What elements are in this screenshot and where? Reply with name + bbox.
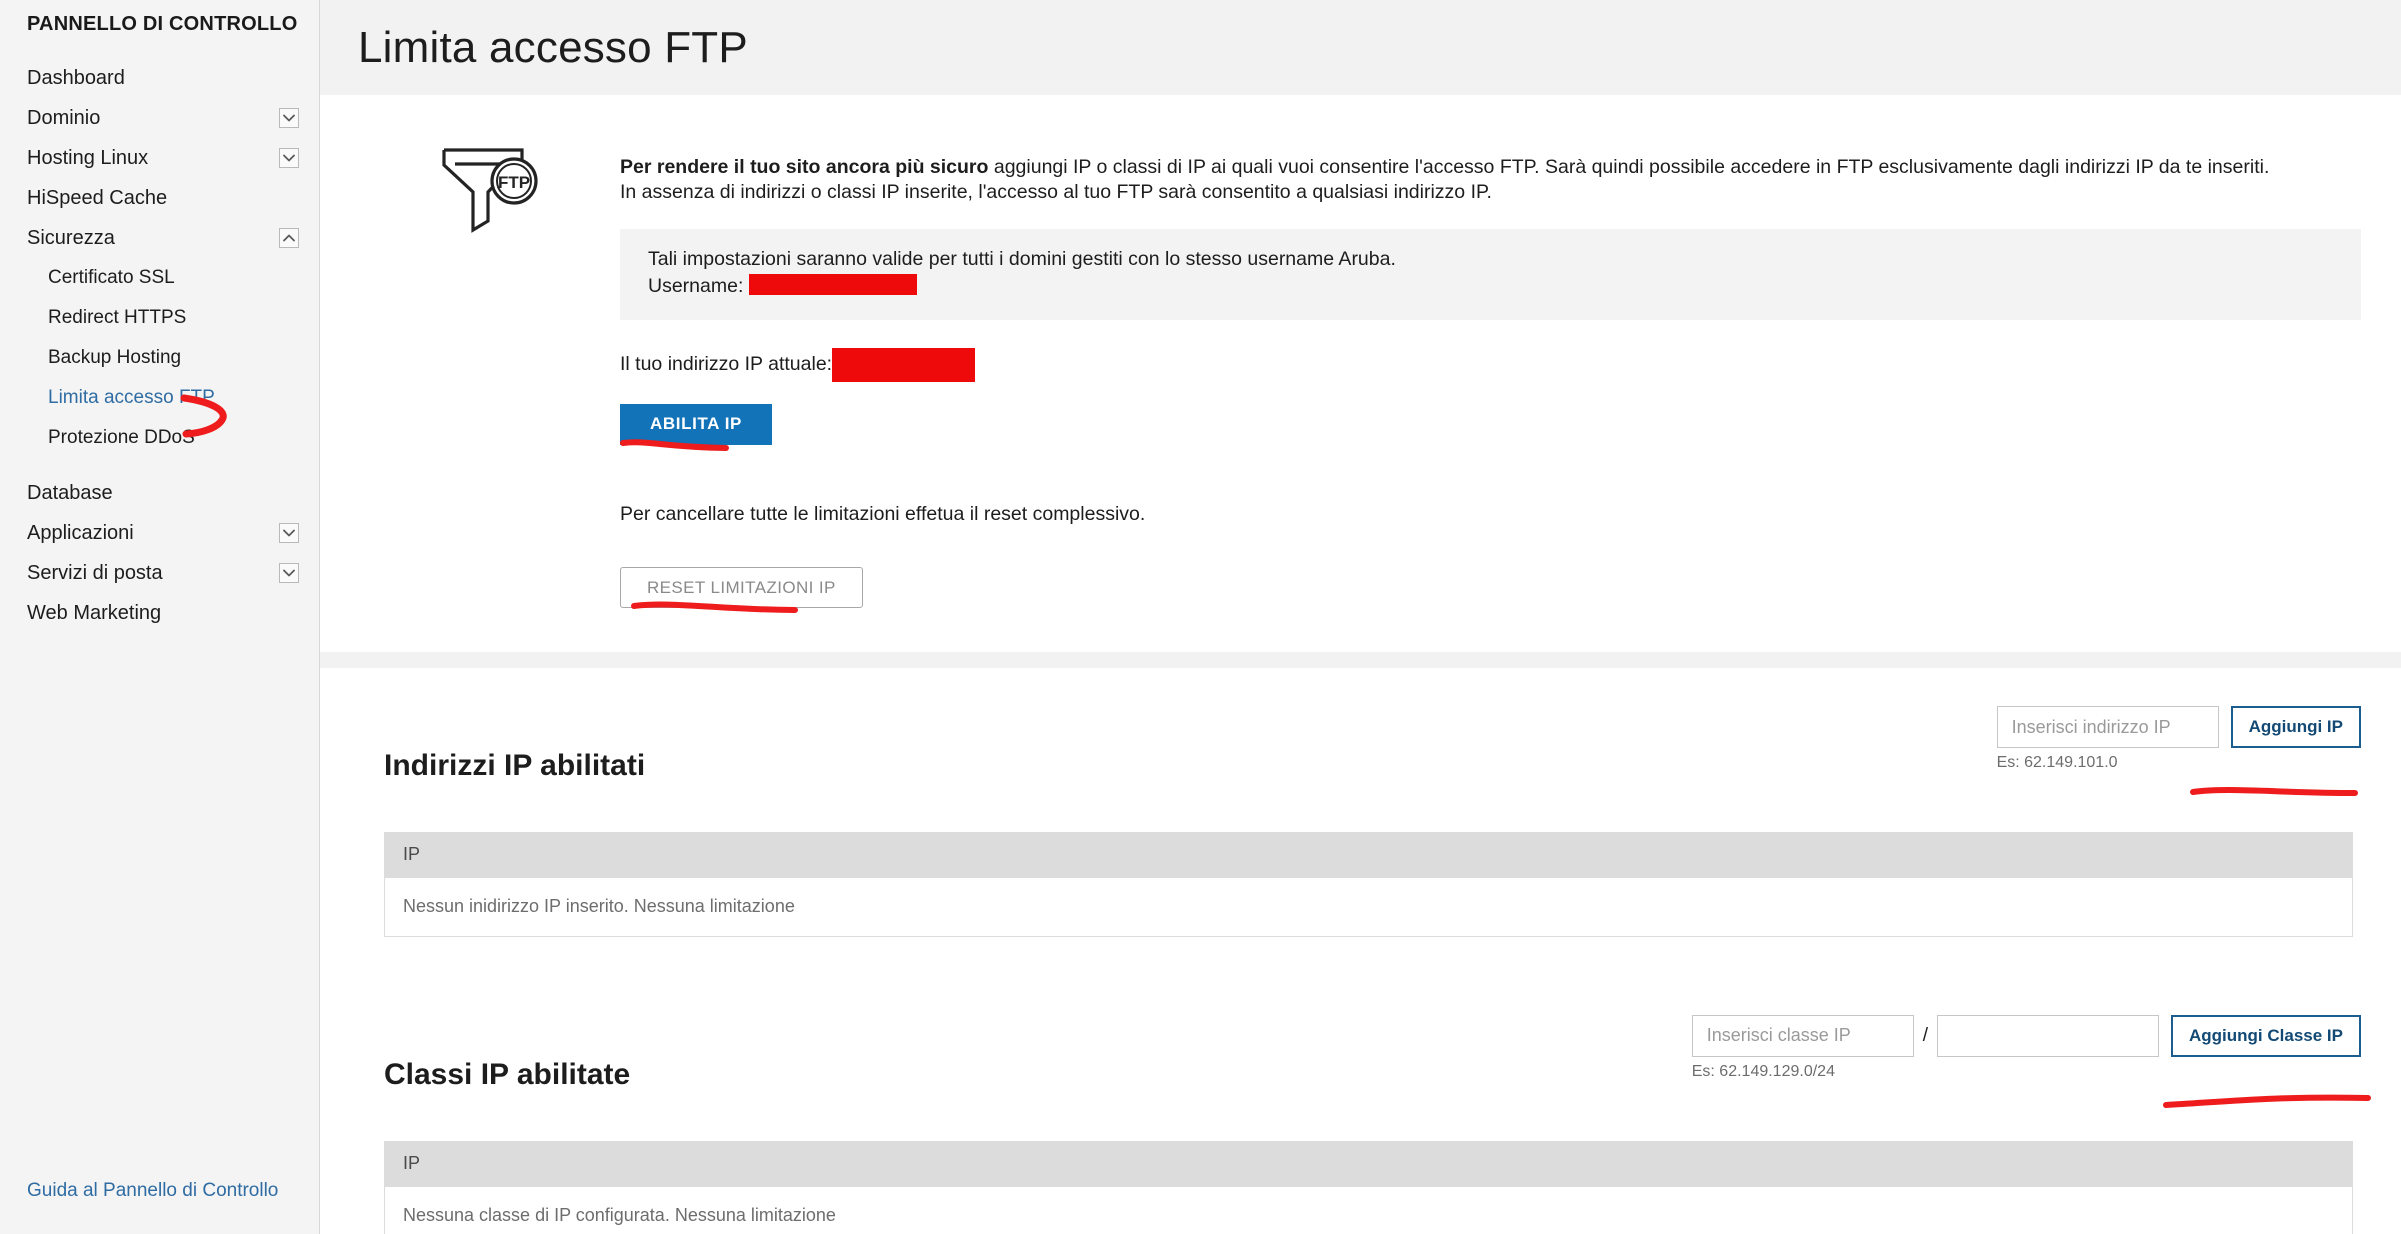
- chevron-down-icon[interactable]: [279, 108, 299, 128]
- username-label: Username:: [648, 274, 744, 297]
- intro-body: Per rendere il tuo sito ancora più sicur…: [620, 123, 2361, 613]
- sidebar-footer-link[interactable]: Guida al Pannello di Controllo: [27, 1180, 278, 1202]
- sidebar-item-label: Applicazioni: [27, 521, 134, 544]
- sidebar-item-dashboard[interactable]: Dashboard: [0, 58, 319, 98]
- sidebar-item-label: Limita accesso FTP: [48, 387, 215, 408]
- reset-description: Per cancellare tutte le limitazioni effe…: [620, 502, 1146, 525]
- intro-paragraph: Per rendere il tuo sito ancora più sicur…: [620, 155, 2361, 205]
- ip-class-input[interactable]: [1691, 1014, 1914, 1057]
- ip-table-empty-message: Nessun inidirizzo IP inserito. Nessuna l…: [403, 896, 795, 917]
- aggiungi-classe-ip-button[interactable]: Aggiungi Classe IP: [2171, 1014, 2361, 1057]
- username-infobox: Tali impostazioni saranno valide per tut…: [620, 228, 2361, 320]
- sidebar-item-database[interactable]: Database: [0, 473, 319, 513]
- intro-lead-rest: aggiungi IP o classi di IP ai quali vuoi…: [988, 155, 2270, 178]
- sidebar-divider-gap: [0, 458, 319, 473]
- annotation-underline-aggiungi-ip: [2189, 787, 2358, 796]
- ip-table: IP Nessun inidirizzo IP inserito. Nessun…: [384, 831, 2353, 937]
- control-panel-app: PANNELLO DI CONTROLLO Dashboard Dominio …: [0, 0, 2401, 1234]
- ftp-filter-icon: FTP: [360, 123, 620, 608]
- panel-separator: [320, 652, 2401, 668]
- sidebar-item-label: Dashboard: [27, 66, 125, 89]
- class-table-header: IP: [385, 1140, 2352, 1187]
- ip-classes-section: Classi IP abilitate / Aggiungi Classe IP…: [320, 984, 2401, 1234]
- ftp-filter-icon-svg: FTP: [441, 148, 538, 233]
- sidebar: PANNELLO DI CONTROLLO Dashboard Dominio …: [0, 0, 320, 1234]
- chevron-down-icon[interactable]: [279, 563, 299, 583]
- sidebar-nav: Dashboard Dominio Hosting Linux HiSpeed …: [0, 58, 319, 633]
- sidebar-item-hispeed-cache[interactable]: HiSpeed Cache: [0, 178, 319, 218]
- page-title: Limita accesso FTP: [358, 22, 748, 72]
- class-section-head: Classi IP abilitate / Aggiungi Classe IP…: [360, 1014, 2371, 1117]
- sidebar-item-backup-hosting[interactable]: Backup Hosting: [0, 338, 319, 378]
- intro-lead-bold: Per rendere il tuo sito ancora più sicur…: [620, 155, 989, 178]
- sidebar-item-label: Sicurezza: [27, 226, 115, 249]
- ip-section-head: Indirizzi IP abilitati Aggiungi IP Es: 6…: [360, 706, 2361, 808]
- aggiungi-ip-button[interactable]: Aggiungi IP: [2230, 706, 2361, 748]
- username-row: Username:: [648, 273, 2333, 300]
- sidebar-item-web-marketing[interactable]: Web Marketing: [0, 593, 319, 633]
- sidebar-item-servizi-di-posta[interactable]: Servizi di posta: [0, 553, 319, 593]
- svg-text:FTP: FTP: [497, 173, 529, 192]
- ip-input-row: Aggiungi IP: [1996, 706, 2361, 748]
- sidebar-item-hosting-linux[interactable]: Hosting Linux: [0, 138, 319, 178]
- sidebar-item-protezione-ddos[interactable]: Protezione DDoS: [0, 418, 319, 458]
- class-table: IP Nessuna classe di IP configurata. Nes…: [384, 1140, 2353, 1234]
- infobox-line: Tali impostazioni saranno valide per tut…: [648, 247, 1396, 270]
- sidebar-title: PANNELLO DI CONTROLLO: [27, 13, 298, 35]
- intro-panel: FTP Per rendere il tuo sito ancora più s…: [320, 95, 2401, 652]
- sidebar-item-certificato-ssl[interactable]: Certificato SSL: [0, 258, 319, 298]
- enable-ip-block: ABILITA IP: [620, 382, 2361, 451]
- sidebar-item-label: Hosting Linux: [27, 146, 149, 169]
- class-table-empty-row: Nessuna classe di IP configurata. Nessun…: [385, 1186, 2352, 1234]
- class-input-row: / Aggiungi Classe IP: [1691, 1014, 2361, 1057]
- ip-input-hint: Es: 62.149.101.0: [1996, 754, 2118, 771]
- class-input-hint: Es: 62.149.129.0/24: [1691, 1062, 1835, 1080]
- class-mask-separator: /: [1922, 1024, 1929, 1046]
- chevron-up-icon[interactable]: [279, 228, 299, 248]
- ip-address-input[interactable]: [1996, 706, 2219, 748]
- sidebar-item-label: Servizi di posta: [27, 561, 163, 584]
- sidebar-item-applicazioni[interactable]: Applicazioni: [0, 513, 319, 553]
- annotation-underline-aggiungi-classe-ip: [2162, 1094, 2371, 1108]
- sidebar-item-label: HiSpeed Cache: [27, 186, 168, 209]
- chevron-down-icon[interactable]: [279, 148, 299, 168]
- sidebar-item-limita-accesso-ftp[interactable]: Limita accesso FTP: [0, 378, 319, 418]
- class-table-column-ip: IP: [403, 1153, 421, 1174]
- sidebar-item-label: Database: [27, 481, 113, 504]
- current-ip-row: Il tuo indirizzo IP attuale:: [620, 347, 2361, 382]
- sidebar-item-label: Certificato SSL: [48, 267, 175, 288]
- current-ip-label: Il tuo indirizzo IP attuale:: [620, 353, 833, 375]
- ip-section-controls: Aggiungi IP Es: 62.149.101.0: [1996, 706, 2361, 796]
- main-content: Limita accesso FTP FTP Per rendere il tu…: [320, 0, 2401, 1234]
- current-ip-redacted-value: [832, 347, 976, 382]
- class-section-controls: / Aggiungi Classe IP Es: 62.149.129.0/24: [1691, 1014, 2371, 1108]
- intro-line-2: In assenza di indirizzi o classi IP inse…: [620, 180, 1492, 203]
- chevron-down-icon[interactable]: [279, 523, 299, 543]
- ip-class-mask-input[interactable]: [1937, 1014, 2160, 1057]
- sidebar-item-label: Dominio: [27, 106, 101, 129]
- sidebar-item-sicurezza[interactable]: Sicurezza: [0, 218, 319, 258]
- ip-table-column-ip: IP: [403, 844, 421, 865]
- ip-table-empty-row: Nessun inidirizzo IP inserito. Nessuna l…: [385, 877, 2352, 936]
- class-section-title: Classi IP abilitate: [384, 1057, 631, 1091]
- sidebar-item-label: Redirect HTTPS: [48, 307, 187, 328]
- username-redacted-value: [748, 273, 917, 295]
- reset-ip-block: RESET LIMITAZIONI IP: [620, 545, 2361, 613]
- sidebar-item-redirect-https[interactable]: Redirect HTTPS: [0, 298, 319, 338]
- sidebar-item-label: Web Marketing: [27, 601, 162, 624]
- ip-section-title: Indirizzi IP abilitati: [384, 748, 646, 782]
- ip-addresses-section: Indirizzi IP abilitati Aggiungi IP Es: 6…: [320, 668, 2401, 985]
- page-header: Limita accesso FTP: [320, 0, 2401, 95]
- sidebar-item-label: Protezione DDoS: [48, 427, 195, 448]
- reset-limitazioni-ip-button[interactable]: RESET LIMITAZIONI IP: [620, 567, 863, 608]
- sidebar-item-label: Backup Hosting: [48, 347, 182, 368]
- abilita-ip-button[interactable]: ABILITA IP: [620, 403, 772, 445]
- ip-table-header: IP: [385, 831, 2352, 878]
- class-table-empty-message: Nessuna classe di IP configurata. Nessun…: [403, 1205, 836, 1226]
- sidebar-item-dominio[interactable]: Dominio: [0, 98, 319, 138]
